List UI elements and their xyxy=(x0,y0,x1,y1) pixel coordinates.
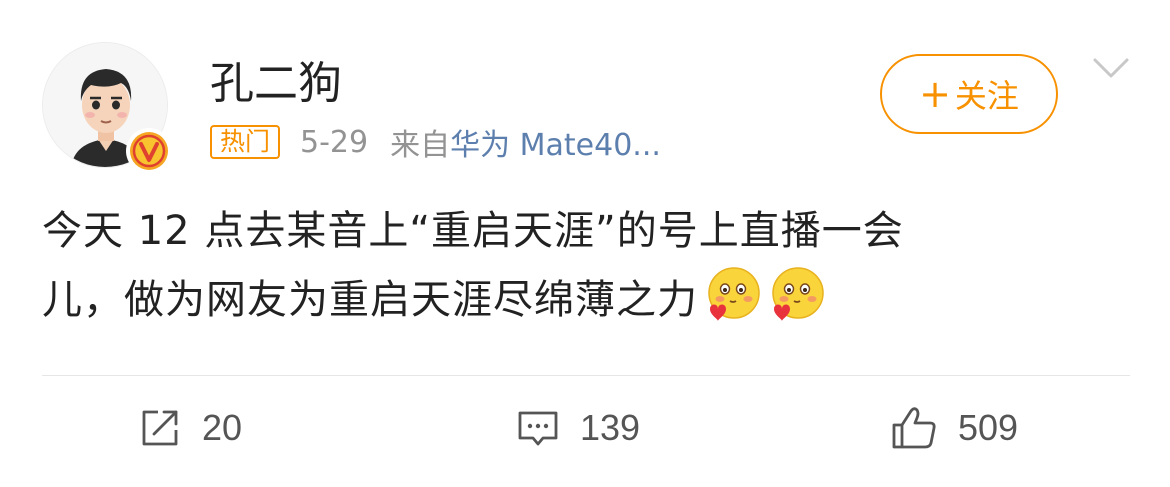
username[interactable]: 孔二狗 xyxy=(210,58,342,110)
follow-button[interactable]: + 关注 xyxy=(880,54,1058,134)
chevron-down-icon[interactable] xyxy=(1092,56,1130,82)
like-button[interactable]: 509 xyxy=(890,404,1018,452)
repost-icon xyxy=(142,410,178,446)
hot-tag-badge: 热门 xyxy=(210,125,281,159)
post-meta: 热门 5-29 来自 华为 Mate40... xyxy=(210,120,661,164)
repost-count: 20 xyxy=(202,407,243,448)
post-content-line-1: 今天 12 点去某音上“重启天涯”的号上直播一会 xyxy=(42,208,904,254)
like-count: 509 xyxy=(958,407,1019,448)
verified-badge-icon xyxy=(126,128,172,174)
source-prefix: 来自 xyxy=(390,128,451,163)
kiss-emoji-icon xyxy=(772,267,824,321)
source-device-link[interactable]: 华为 Mate40... xyxy=(450,120,661,164)
kiss-emoji-icon xyxy=(708,267,760,321)
follow-button-label: 关注 xyxy=(954,77,1019,115)
plus-icon: + xyxy=(919,72,951,116)
post-content-line-2: 儿，做为网友为重启天涯尽绵薄之力 xyxy=(42,265,1132,334)
post-date: 5-29 xyxy=(300,124,369,160)
repost-button[interactable]: 20 xyxy=(138,404,242,452)
comment-icon xyxy=(518,411,558,446)
thumbs-up-icon xyxy=(892,407,936,449)
comment-button[interactable]: 139 xyxy=(516,404,640,452)
comment-count: 139 xyxy=(580,407,641,448)
post-content: 今天 12 点去某音上“重启天涯”的号上直播一会 儿，做为网友为重启天涯尽绵薄之… xyxy=(42,198,1132,334)
action-bar: 20 139 509 xyxy=(0,376,1170,487)
post-content-line-2-text: 儿，做为网友为重启天涯尽绵薄之力 xyxy=(42,277,698,323)
